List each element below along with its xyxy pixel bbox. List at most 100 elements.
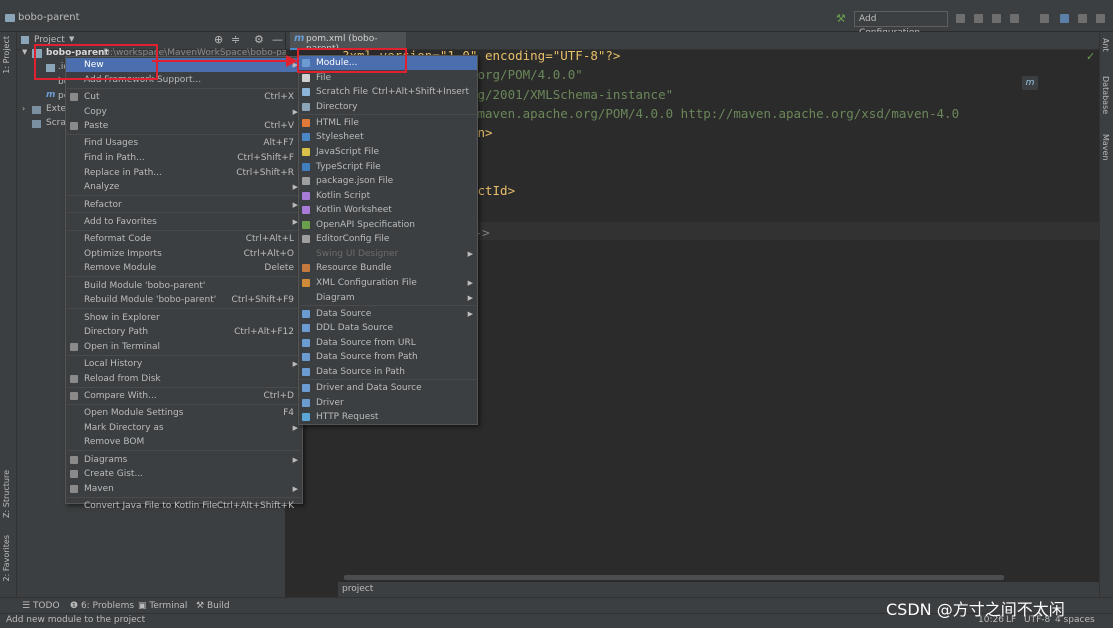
menu-item-reformat-code[interactable]: Reformat Code Ctrl+Alt+L (66, 232, 302, 246)
menu-item-find-in-path[interactable]: Find in Path... Ctrl+Shift+F (66, 151, 302, 165)
menu-item-build-module-bobo-parent[interactable]: Build Module 'bobo-parent' (66, 279, 302, 293)
menu-item-label: Swing UI Designer (316, 248, 399, 259)
xml-icon (302, 278, 310, 287)
menu-item-label: Diagram (316, 292, 355, 303)
menu-item-show-in-explorer[interactable]: Show in Explorer (66, 311, 302, 325)
build-tab[interactable]: ⚒ Build (196, 601, 230, 611)
menu-item-data-source-in-path[interactable]: Data Source in Path (299, 365, 477, 379)
menu-item-add-to-favorites[interactable]: Add to Favorites ▶ (66, 215, 302, 229)
stop-icon[interactable] (1040, 14, 1049, 23)
menu-item-data-source[interactable]: Data Source ▶ (299, 307, 477, 321)
menu-item-label: Diagrams (84, 454, 128, 465)
locate-icon[interactable]: ⊕ (214, 33, 223, 46)
menu-item-driver[interactable]: Driver (299, 396, 477, 410)
maven-icon: m (46, 90, 56, 100)
menu-item-mark-directory-as[interactable]: Mark Directory as ▶ (66, 421, 302, 435)
tool-tab-project[interactable]: 1: Project (2, 36, 11, 74)
chevron-down-icon[interactable]: ▼ (69, 35, 74, 43)
right-tool-strip (1099, 32, 1113, 597)
tool-tab-ant[interactable]: Ant (1101, 38, 1110, 52)
vcs-icon[interactable] (1078, 14, 1087, 23)
menu-item-optimize-imports[interactable]: Optimize Imports Ctrl+Alt+O (66, 247, 302, 261)
menu-item-refactor[interactable]: Refactor ▶ (66, 198, 302, 212)
menu-item-open-in-terminal[interactable]: Open in Terminal (66, 340, 302, 354)
menu-item-javascript-file[interactable]: JavaScript File (299, 145, 477, 159)
menu-item-kotlin-worksheet[interactable]: Kotlin Worksheet (299, 203, 477, 217)
menu-item-stylesheet[interactable]: Stylesheet (299, 130, 477, 144)
menu-item-driver-and-data-source[interactable]: Driver and Data Source (299, 381, 477, 395)
menu-item-open-module-settings[interactable]: Open Module Settings F4 (66, 406, 302, 420)
menu-item-local-history[interactable]: Local History ▶ (66, 357, 302, 371)
menu-item-label: Show in Explorer (84, 312, 160, 323)
expand-arrow-icon[interactable]: ▼ (22, 48, 27, 56)
debug-icon[interactable] (974, 14, 983, 23)
run-icon[interactable] (956, 14, 965, 23)
menu-item-directory[interactable]: Directory (299, 100, 477, 114)
gear-icon[interactable]: ⚙ (254, 33, 264, 46)
menu-item-label: Reload from Disk (84, 373, 161, 384)
menu-item-label: Directory Path (84, 327, 149, 338)
search-everywhere-icon[interactable] (1096, 14, 1105, 23)
menu-item-ddl-data-source[interactable]: DDL Data Source (299, 321, 477, 335)
expand-arrow-icon[interactable]: › (22, 104, 25, 113)
menu-item-replace-in-path[interactable]: Replace in Path... Ctrl+Shift+R (66, 166, 302, 180)
menu-separator (67, 229, 301, 231)
tool-tab-structure[interactable]: Z: Structure (2, 470, 11, 518)
gear-icon (302, 235, 310, 244)
compare-icon (70, 391, 78, 400)
menu-item-diagram[interactable]: Diagram ▶ (299, 291, 477, 305)
collapse-all-icon[interactable]: ≑ (231, 33, 240, 46)
project-structure-icon[interactable] (1060, 14, 1069, 23)
menu-item-maven[interactable]: Maven ▶ (66, 482, 302, 496)
menu-item-convert-java-file-to-kotlin-file[interactable]: Convert Java File to Kotlin File Ctrl+Alt… (66, 499, 302, 513)
horizontal-scrollbar[interactable] (344, 575, 1004, 580)
menu-item-openapi-specification[interactable]: OpenAPI Specification (299, 218, 477, 232)
database-icon (302, 353, 310, 362)
hide-panel-icon[interactable]: — (272, 33, 283, 46)
menu-item-kotlin-script[interactable]: Kotlin Script (299, 189, 477, 203)
coverage-icon[interactable] (992, 14, 1001, 23)
menu-item-http-request[interactable]: HTTP Request (299, 410, 477, 424)
problems-tab[interactable]: ❶ 6: Problems (70, 601, 134, 611)
todo-tab[interactable]: ☰ TODO (22, 601, 60, 611)
maven-reload-icon[interactable]: m (1022, 76, 1038, 90)
menu-item-remove-bom[interactable]: Remove BOM (66, 435, 302, 449)
menu-separator (67, 276, 301, 278)
menu-item-create-gist[interactable]: Create Gist... (66, 467, 302, 481)
editor-breadcrumb[interactable]: project (342, 584, 373, 594)
menu-item-editorconfig-file[interactable]: EditorConfig File (299, 232, 477, 246)
menu-item-shortcut: Ctrl+V (264, 121, 294, 132)
profile-icon[interactable] (1010, 14, 1019, 23)
project-breadcrumb[interactable]: bobo-parent (18, 12, 80, 23)
menu-item-reload-from-disk[interactable]: Reload from Disk (66, 372, 302, 386)
menu-item-xml-configuration-file[interactable]: XML Configuration File ▶ (299, 276, 477, 290)
menu-item-analyze[interactable]: Analyze ▶ (66, 180, 302, 194)
menu-item-resource-bundle[interactable]: Resource Bundle (299, 261, 477, 275)
menu-item-data-source-from-url[interactable]: Data Source from URL (299, 336, 477, 350)
menu-item-directory-path[interactable]: Directory Path Ctrl+Alt+F12 (66, 325, 302, 339)
tool-tab-database[interactable]: Database (1101, 76, 1110, 114)
menu-separator (300, 379, 476, 381)
menu-item-label: Directory (316, 101, 358, 112)
menu-item-compare-with[interactable]: Compare With... Ctrl+D (66, 389, 302, 403)
menu-item-scratch-file[interactable]: Scratch File Ctrl+Alt+Shift+Insert (299, 85, 477, 99)
menu-item-diagrams[interactable]: Diagrams ▶ (66, 453, 302, 467)
menu-item-find-usages[interactable]: Find Usages Alt+F7 (66, 136, 302, 150)
menu-item-html-file[interactable]: HTML File (299, 116, 477, 130)
menu-item-shortcut: Ctrl+Shift+R (236, 167, 294, 178)
menu-item-copy[interactable]: Copy ▶ (66, 105, 302, 119)
scratches-icon (32, 120, 41, 128)
menu-item-typescript-file[interactable]: TypeScript File (299, 160, 477, 174)
tool-tab-favorites[interactable]: 2: Favorites (2, 535, 11, 581)
menu-item-cut[interactable]: Cut Ctrl+X (66, 90, 302, 104)
menu-item-paste[interactable]: Paste Ctrl+V (66, 119, 302, 133)
add-configuration-button[interactable]: Add Configuration... (854, 11, 948, 38)
menu-item-data-source-from-path[interactable]: Data Source from Path (299, 350, 477, 364)
menu-item-remove-module[interactable]: Remove Module Delete (66, 261, 302, 275)
terminal-tab[interactable]: ▣ Terminal (138, 601, 187, 611)
build-hammer-icon[interactable]: ⚒ (836, 12, 846, 25)
menu-item-rebuild-module-bobo-parent[interactable]: Rebuild Module 'bobo-parent' Ctrl+Shift+F… (66, 293, 302, 307)
navigation-bar: bobo-parent ⚒ Add Configuration... (0, 6, 1113, 38)
tool-tab-maven[interactable]: Maven (1101, 134, 1110, 161)
menu-item-package-json-file[interactable]: package.json File (299, 174, 477, 188)
